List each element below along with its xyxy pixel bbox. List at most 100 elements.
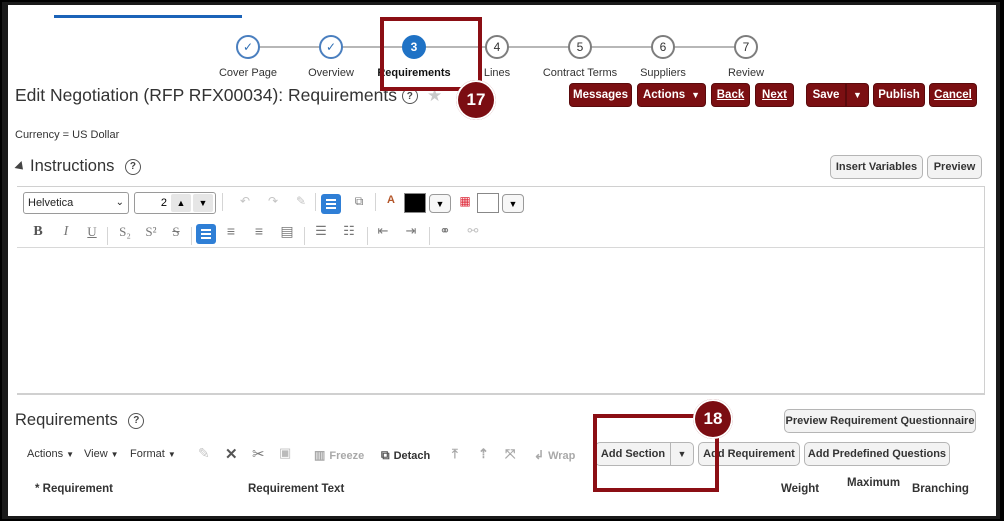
publish-button[interactable]: Publish <box>873 83 925 107</box>
format-menu[interactable]: Format ▼ <box>130 448 176 460</box>
help-icon[interactable]: ? <box>124 158 141 175</box>
detach-button[interactable]: ⧉ Detach <box>381 448 430 463</box>
font-family-select[interactable]: Helvetica ⌄ <box>23 192 129 214</box>
step-contract-terms[interactable]: 5 <box>568 35 592 59</box>
toolbar-divider <box>367 227 368 245</box>
wrap-button[interactable]: ↲ Wrap <box>534 448 575 462</box>
background-color-icon[interactable]: ▦ <box>457 194 473 208</box>
toolbar-divider <box>429 227 430 245</box>
column-header-requirement-text[interactable]: Requirement Text <box>248 483 344 495</box>
editor-toolbar-row-2: B I U S₂ S² S ≡ ≡ ▤ ☰ ☷ ⇤ ⇥ ⚭ ⚯ <box>17 221 984 248</box>
increment-icon[interactable]: ▲ <box>171 194 191 212</box>
column-header-requirement[interactable]: * Requirement <box>35 483 113 495</box>
bold-icon[interactable]: B <box>31 224 45 240</box>
actions-menu-label: Actions <box>27 448 64 460</box>
step-label-overview[interactable]: Overview <box>308 67 354 79</box>
eraser-icon[interactable]: ✎ <box>293 194 309 208</box>
underline-icon[interactable]: U <box>85 224 99 240</box>
view-menu[interactable]: View ▼ <box>84 448 119 460</box>
text-color-icon[interactable]: A <box>383 194 399 206</box>
decrement-icon[interactable]: ▼ <box>193 194 213 212</box>
preview-button[interactable]: Preview <box>927 155 982 179</box>
move-top-icon[interactable]: ⤒ <box>452 446 458 462</box>
rich-text-editor: Helvetica ⌄ 2 ▲ ▼ ↶ ↷ ✎ ⧉ A ▼ ▦ ▼ B I U <box>17 186 985 394</box>
column-header-weight[interactable]: Weight <box>781 483 819 495</box>
callout-badge: 17 <box>456 80 496 120</box>
train-connector <box>582 46 660 48</box>
toolbar-divider <box>222 193 223 211</box>
expand-icon[interactable]: ⤧ <box>505 446 515 462</box>
font-size-value: 2 <box>160 197 167 209</box>
outdent-icon[interactable]: ⇤ <box>375 223 391 239</box>
save-menu-chevron-icon[interactable]: ▼ <box>846 83 869 107</box>
toolbar-divider <box>107 227 108 245</box>
instructions-title: Instructions <box>30 157 115 175</box>
superscript-icon[interactable]: S² <box>141 224 161 240</box>
chevron-down-icon: ▼ <box>110 450 119 459</box>
move-up-icon[interactable]: ⇡ <box>478 446 489 462</box>
align-left-icon[interactable] <box>196 224 216 244</box>
actions-menu[interactable]: Actions ▼ <box>27 448 74 460</box>
cancel-button[interactable]: Cancel <box>929 83 977 107</box>
messages-button[interactable]: Messages <box>569 83 632 107</box>
step-label-contract-terms[interactable]: Contract Terms <box>543 67 617 79</box>
actions-menu-button[interactable]: Actions ▼ <box>637 83 706 107</box>
step-lines[interactable]: 4 <box>485 35 509 59</box>
background-color-swatch[interactable] <box>477 193 499 213</box>
editor-content-area[interactable] <box>17 253 984 393</box>
delete-x-icon[interactable]: ✕ <box>225 445 238 463</box>
chevron-down-icon[interactable]: ▼ <box>429 194 451 213</box>
paste-icon[interactable]: ▣ <box>279 445 291 461</box>
redo-icon[interactable]: ↷ <box>265 194 281 208</box>
unlink-icon[interactable]: ⚯ <box>465 223 481 239</box>
font-size-stepper[interactable]: 2 ▲ ▼ <box>134 192 216 214</box>
step-review[interactable]: 7 <box>734 35 758 59</box>
chevron-down-icon: ⌄ <box>115 197 124 208</box>
column-header-branching[interactable]: Branching <box>912 483 969 495</box>
align-right-icon[interactable]: ≡ <box>251 223 267 239</box>
freeze-icon: ▥ <box>314 448 326 462</box>
numbered-list-icon[interactable]: ☷ <box>341 223 357 239</box>
undo-icon[interactable]: ↶ <box>237 194 253 208</box>
source-view-icon[interactable] <box>321 194 341 214</box>
align-center-icon[interactable]: ≡ <box>223 223 239 239</box>
subscript-icon[interactable]: S₂ <box>115 224 135 240</box>
instructions-header[interactable]: Instructions ? <box>14 157 141 176</box>
link-icon[interactable]: ⚭ <box>437 223 453 239</box>
help-icon[interactable]: ? <box>128 412 145 429</box>
train-connector <box>498 46 574 48</box>
add-predefined-questions-button[interactable]: Add Predefined Questions <box>804 442 950 466</box>
toolbar-divider <box>304 227 305 245</box>
fullscreen-icon[interactable]: ⧉ <box>351 194 367 209</box>
chevron-down-icon: ▼ <box>691 90 701 100</box>
strikethrough-icon[interactable]: S <box>169 224 183 240</box>
view-menu-label: View <box>84 448 108 460</box>
italic-icon[interactable]: I <box>59 224 73 240</box>
requirements-header: Requirements ? <box>15 411 145 430</box>
step-cover-page[interactable]: ✓ <box>236 35 260 59</box>
step-label-suppliers[interactable]: Suppliers <box>640 67 686 79</box>
next-button[interactable]: Next <box>755 83 794 107</box>
preview-questionnaire-button[interactable]: Preview Requirement Questionnaire <box>784 409 976 433</box>
chevron-down-icon: ▼ <box>167 450 176 459</box>
step-label-lines[interactable]: Lines <box>484 67 510 79</box>
step-overview[interactable]: ✓ <box>319 35 343 59</box>
back-button[interactable]: Back <box>711 83 750 107</box>
chevron-down-icon[interactable]: ▼ <box>502 194 524 213</box>
step-label-review[interactable]: Review <box>728 67 764 79</box>
edit-pencil-icon[interactable]: ✎ <box>198 445 210 462</box>
collapse-triangle-icon[interactable] <box>14 160 27 173</box>
insert-variables-button[interactable]: Insert Variables <box>830 155 923 179</box>
step-suppliers[interactable]: 6 <box>651 35 675 59</box>
train-connector <box>665 46 739 48</box>
justify-icon[interactable]: ▤ <box>279 223 295 240</box>
wrap-label: Wrap <box>548 450 576 462</box>
freeze-button[interactable]: ▥ Freeze <box>314 448 364 462</box>
bulleted-list-icon[interactable]: ☰ <box>313 223 329 239</box>
save-button[interactable]: Save <box>806 83 846 107</box>
text-color-swatch[interactable] <box>404 193 426 213</box>
step-label-cover-page[interactable]: Cover Page <box>219 67 277 79</box>
cut-scissors-icon[interactable]: ✂ <box>252 445 265 463</box>
column-header-maximum[interactable]: Maximum <box>847 477 900 489</box>
indent-icon[interactable]: ⇥ <box>403 223 419 239</box>
